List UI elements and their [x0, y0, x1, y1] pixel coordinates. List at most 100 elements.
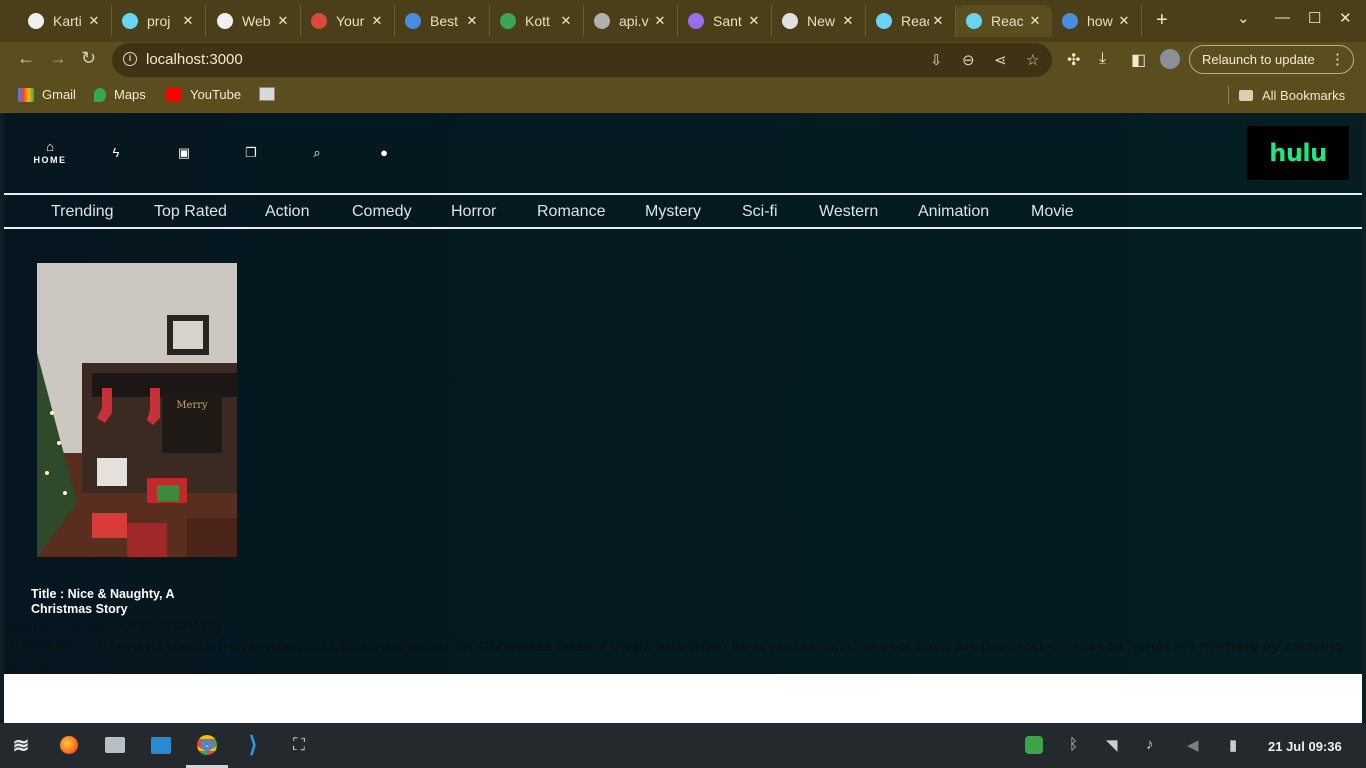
minimize-button[interactable]: — — [1275, 9, 1290, 26]
tab-close-icon[interactable]: ✕ — [839, 13, 857, 29]
tab-favicon-icon — [688, 13, 704, 29]
browser-tab[interactable]: Your ✕ — [301, 5, 395, 37]
browser-tab[interactable]: Web ✕ — [207, 5, 301, 37]
movie-poster[interactable]: Merry — [37, 263, 237, 557]
install-app-icon[interactable]: ⇩ — [930, 51, 943, 69]
genre-link[interactable]: Top Rated — [154, 203, 227, 221]
new-tab-button[interactable]: + — [1156, 9, 1168, 32]
nav-account[interactable]: ● — [361, 145, 407, 160]
firefox-icon[interactable] — [58, 734, 80, 756]
browser-tab[interactable]: New ✕ — [772, 5, 866, 37]
tab-label: Kott — [525, 13, 550, 29]
genre-link[interactable]: Action — [265, 203, 309, 221]
genre-link[interactable]: Mystery — [645, 203, 701, 221]
battery-icon[interactable]: ▮ — [1229, 736, 1237, 754]
tab-close-icon[interactable]: ✕ — [745, 13, 763, 29]
extensions-icon[interactable]: ✣ — [1067, 50, 1080, 70]
bookmark-label: YouTube — [190, 87, 242, 102]
genre-link[interactable]: Movie — [1031, 203, 1074, 221]
nav-tv[interactable]: ▣ — [161, 145, 207, 161]
tab-close-icon[interactable]: ✕ — [85, 13, 103, 29]
screenshot-icon[interactable]: ⛶ — [288, 734, 310, 756]
maps-icon — [94, 87, 106, 102]
more-menu-icon[interactable]: ⋮ — [1330, 46, 1345, 73]
tab-favicon-icon — [217, 13, 233, 29]
relaunch-button[interactable]: Relaunch to update ⋮ — [1189, 45, 1354, 74]
bookmark-star-icon[interactable]: ☆ — [1026, 51, 1039, 69]
tab-close-icon[interactable]: ✕ — [651, 13, 669, 29]
chrome-icon[interactable] — [196, 734, 218, 756]
bookmark-gmail[interactable]: Gmail — [18, 87, 76, 102]
reload-button[interactable]: ↻ — [81, 48, 96, 69]
url-text[interactable]: localhost:3000 — [146, 51, 243, 68]
browser-chrome: Karti ✕ proj ✕ Web ✕ Your ✕ Best ✕ Kott ✕ api.v ✕ Sant… — [0, 0, 1366, 113]
tab-label: Your — [336, 13, 365, 29]
browser-tab[interactable]: proj ✕ — [112, 5, 206, 37]
wifi-icon[interactable]: ◥ — [1106, 736, 1118, 754]
files-icon[interactable] — [104, 734, 126, 756]
browser-tab[interactable]: how ✕ — [1052, 5, 1142, 37]
bookmark-image[interactable] — [259, 87, 283, 101]
clock[interactable]: 21 Jul 09:36 — [1268, 739, 1342, 754]
tab-close-icon[interactable]: ✕ — [274, 13, 292, 29]
bookmark-maps[interactable]: Maps — [94, 87, 146, 102]
youtube-icon — [166, 87, 182, 102]
relaunch-label: Relaunch to update — [1202, 52, 1315, 67]
bookmark-youtube[interactable]: YouTube — [166, 87, 241, 102]
home-icon: ⌂ — [46, 139, 54, 154]
tab-label: New — [807, 13, 836, 29]
tab-close-icon[interactable]: ✕ — [463, 13, 481, 29]
browser-tab[interactable]: Sant ✕ — [678, 5, 772, 37]
genre-link[interactable]: Trending — [51, 203, 114, 221]
site-info-icon[interactable]: i — [123, 52, 137, 66]
bluetooth-icon[interactable]: ᛒ — [1069, 736, 1078, 753]
user-icon: ● — [380, 145, 388, 160]
browser-tab[interactable]: Reac✕ — [956, 5, 1052, 37]
back-button[interactable]: ← — [17, 48, 35, 69]
genre-link[interactable]: Animation — [918, 203, 989, 221]
vscode-icon[interactable]: ⟩ — [242, 732, 264, 757]
security-icon[interactable] — [1025, 736, 1043, 758]
hulu-logo[interactable]: hulu — [1247, 126, 1349, 180]
profile-avatar[interactable] — [1160, 49, 1180, 69]
genre-link[interactable]: Horror — [451, 203, 496, 221]
volume-icon[interactable]: ◀ — [1187, 736, 1199, 754]
notifications-icon[interactable]: ♪ — [1146, 736, 1154, 753]
address-bar[interactable]: i localhost:3000 ⇩ ⊖ ⋖ ☆ — [112, 43, 1052, 77]
app-launcher-icon[interactable]: ≋ — [9, 734, 33, 757]
genre-bar: Trending Top Rated Action Comedy Horror Roman… — [4, 193, 1362, 229]
store-icon[interactable] — [150, 734, 172, 756]
tab-close-icon[interactable]: ✕ — [929, 13, 947, 29]
nav-collections[interactable]: ❐ — [228, 145, 274, 161]
close-window-button[interactable]: ✕ — [1339, 9, 1352, 27]
browser-tab[interactable]: api.v ✕ — [584, 5, 678, 37]
tab-close-icon[interactable]: ✕ — [368, 13, 386, 29]
tab-close-icon[interactable]: ✕ — [557, 13, 575, 29]
downloads-icon[interactable]: ⤓ — [1099, 50, 1106, 68]
all-bookmarks-button[interactable]: All Bookmarks — [1228, 86, 1345, 104]
browser-tab[interactable]: Kott ✕ — [490, 5, 584, 37]
genre-link[interactable]: Western — [819, 203, 878, 221]
browser-tab[interactable]: Best ✕ — [395, 5, 490, 37]
browser-tab[interactable]: Karti ✕ — [18, 5, 112, 37]
maximize-button[interactable]: ☐ — [1308, 9, 1321, 27]
share-icon[interactable]: ⋖ — [994, 51, 1007, 69]
genre-link[interactable]: Comedy — [352, 203, 412, 221]
genre-link[interactable]: Romance — [537, 203, 605, 221]
nav-home[interactable]: ⌂ HOME — [27, 139, 73, 165]
forward-button[interactable]: → — [49, 48, 67, 69]
genre-link[interactable]: Sci-fi — [742, 203, 778, 221]
nav-search[interactable]: ⌕ — [294, 145, 340, 161]
tab-close-icon[interactable]: ✕ — [179, 13, 197, 29]
tab-close-icon[interactable]: ✕ — [1026, 13, 1044, 29]
bookmark-label: Gmail — [42, 87, 76, 102]
side-panel-icon[interactable]: ◧ — [1131, 50, 1146, 70]
tab-close-icon[interactable]: ✕ — [1115, 13, 1133, 29]
tab-search-icon[interactable]: ⌄ — [1237, 9, 1250, 27]
tab-favicon-icon — [876, 13, 892, 29]
all-bookmarks-label: All Bookmarks — [1262, 87, 1346, 103]
browser-tab[interactable]: Reac✕ — [866, 5, 956, 37]
nav-trending[interactable]: ϟ — [93, 145, 139, 160]
home-label: HOME — [33, 155, 67, 165]
zoom-icon[interactable]: ⊖ — [962, 51, 975, 69]
